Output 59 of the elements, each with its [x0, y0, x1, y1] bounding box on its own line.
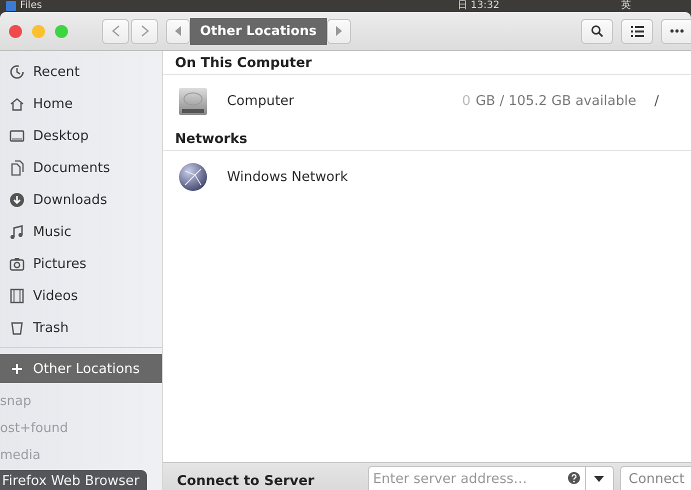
location-row[interactable]: Windows Network	[163, 151, 691, 203]
sidebar-item[interactable]: Trash	[0, 312, 162, 344]
mount-point-label: /	[654, 93, 659, 109]
dropdown-button[interactable]	[586, 466, 614, 490]
location-name: Windows Network	[227, 169, 349, 185]
section-heading: On This Computer	[163, 51, 691, 75]
tooltip: Firefox Web Browser	[0, 470, 148, 490]
used-space-label: 0	[462, 93, 471, 109]
location-row[interactable]: Computer 0 GB / 105.2 GB available /	[163, 75, 691, 127]
monitor-icon	[9, 128, 25, 144]
app-icon	[6, 1, 16, 11]
trash-icon	[9, 320, 25, 336]
section-heading: Networks	[163, 127, 691, 151]
close-button[interactable]	[9, 24, 22, 38]
sidebar-item[interactable]: Recent	[0, 56, 162, 88]
input-method-label[interactable]: 英	[621, 0, 631, 12]
list-icon	[630, 26, 644, 36]
sidebar-item[interactable]: Desktop	[0, 120, 162, 152]
location-name: Computer	[227, 93, 296, 109]
path-right-button[interactable]	[326, 18, 351, 44]
list-view-button[interactable]	[621, 18, 653, 44]
forward-button[interactable]	[131, 18, 158, 44]
menu-button[interactable]	[661, 18, 691, 44]
background-folder-label: snap	[0, 393, 32, 411]
path-left-button[interactable]	[166, 18, 190, 44]
sidebar-item[interactable]: Pictures	[0, 248, 162, 280]
connect-label: Connect to Server	[177, 473, 316, 490]
app-menu-label[interactable]: Files	[20, 0, 42, 12]
film-icon	[9, 288, 25, 304]
music-note-icon	[9, 224, 25, 240]
path-crumb[interactable]: Other Locations	[190, 18, 327, 44]
hard-drive-icon	[177, 85, 209, 117]
search-button[interactable]	[581, 18, 613, 44]
camera-icon	[9, 256, 25, 272]
right-triangle-icon	[336, 26, 342, 36]
house-icon	[9, 96, 25, 112]
sidebar-item[interactable]: Other Locations	[0, 354, 162, 383]
more-icon	[670, 29, 684, 33]
background-folder-label: ost+found	[0, 420, 69, 438]
sidebar-item[interactable]: Music	[0, 216, 162, 248]
back-button[interactable]	[102, 18, 129, 44]
clock-icon	[9, 64, 25, 80]
help-icon	[568, 472, 580, 484]
background-folder-label: media	[0, 447, 42, 465]
left-triangle-icon	[175, 26, 181, 36]
capacity-label: GB / 105.2 GB available	[476, 93, 636, 109]
sidebar-item[interactable]: Downloads	[0, 184, 162, 216]
search-icon	[591, 25, 603, 37]
document-icon	[9, 160, 25, 176]
sidebar-item[interactable]: Documents	[0, 152, 162, 184]
download-icon	[9, 192, 25, 208]
clock-label: 日 13:32	[458, 0, 500, 12]
caret-icon	[594, 476, 604, 482]
sidebar-item[interactable]: Home	[0, 88, 162, 120]
sidebar-item[interactable]: Videos	[0, 280, 162, 312]
server-address-field[interactable]: Enter server address…	[368, 466, 586, 490]
connect-button[interactable]: Connect	[620, 466, 691, 490]
maximize-button[interactable]	[55, 24, 68, 38]
globe-icon	[177, 161, 209, 193]
